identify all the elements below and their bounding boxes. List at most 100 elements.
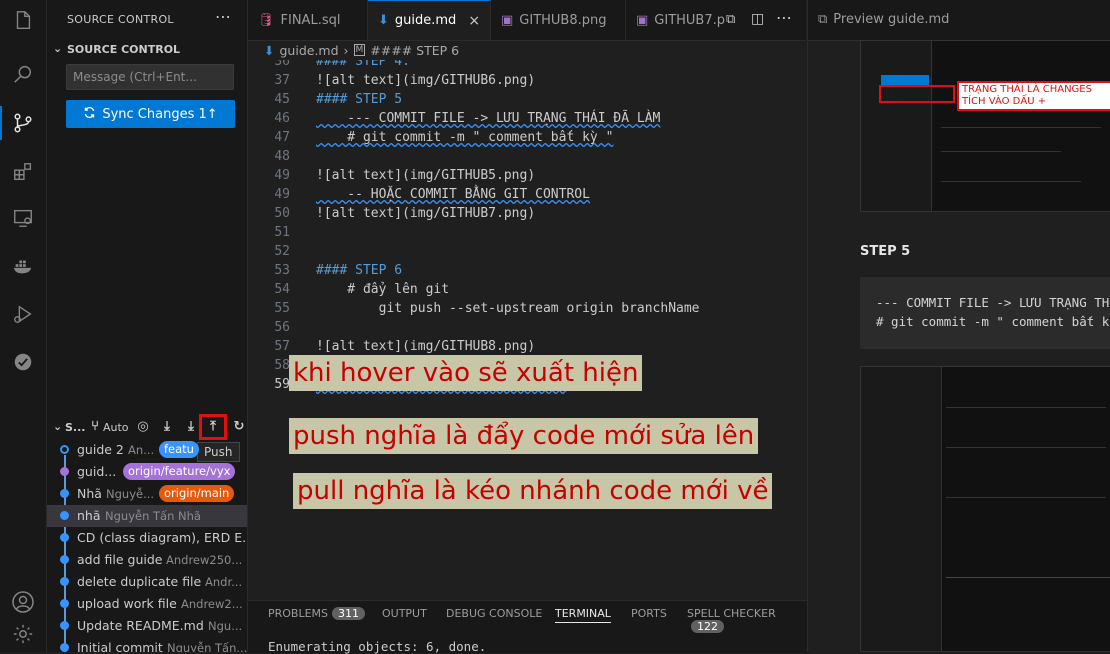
source-control-section-header[interactable]: ⌄ SOURCE CONTROL bbox=[47, 40, 247, 60]
annotation-pull: pull nghĩa là kéo nhánh code mới về bbox=[293, 473, 773, 509]
commit-author: Nguyễn Tấn Nhã bbox=[105, 509, 201, 523]
testing-icon[interactable] bbox=[9, 348, 37, 376]
commit-row[interactable]: guide 2 An... featu bbox=[47, 439, 247, 461]
code-line: --- COMMIT FILE -> LƯU TRẠNG THÁI ĐÃ LÀM bbox=[316, 111, 661, 126]
tab-label: GITHUB8.png bbox=[519, 12, 607, 28]
code-line: ![alt text](img/GITHUB6.png) bbox=[316, 73, 536, 88]
commit-row[interactable]: nhã Nguyễn Tấn Nhã bbox=[47, 505, 247, 527]
commit-node-icon bbox=[60, 555, 69, 564]
annotation-push: push nghĩa là đẩy code mới sửa lên bbox=[289, 418, 759, 454]
commit-node-icon bbox=[60, 445, 69, 454]
code-line: ![alt text](img/GITHUB8.png) bbox=[316, 339, 536, 354]
line-number: 49 bbox=[274, 168, 290, 183]
pull-icon[interactable]: ⤓ bbox=[183, 419, 199, 435]
commit-node-icon bbox=[60, 621, 69, 630]
thumb-divider bbox=[941, 151, 1061, 152]
more-actions-icon[interactable]: ⋯ bbox=[215, 7, 231, 26]
thumb-divider bbox=[946, 577, 1110, 578]
commit-author: Ngu... bbox=[208, 619, 243, 633]
tab-github8-png[interactable]: ▣ GITHUB8.png bbox=[491, 0, 626, 40]
preview-step5-heading: STEP 5 bbox=[860, 244, 911, 259]
commit-message-input[interactable]: Message (Ctrl+Ent... bbox=[66, 64, 234, 90]
branch-icon[interactable]: ⑂ bbox=[87, 419, 103, 435]
commit-row[interactable]: CD (class diagram), ERD E... bbox=[47, 527, 247, 549]
commit-title: upload work file bbox=[77, 596, 177, 611]
code-line: #### STEP 6 bbox=[316, 263, 403, 278]
close-icon[interactable]: × bbox=[468, 13, 480, 29]
thumb-annotation: TRẠNG THÁI LÀ CHANGES TÍCH VÀO DẤU + bbox=[957, 81, 1110, 111]
markdown-preview-pane: ⧉ Preview guide.md TRẠNG THÁI LÀ CHANGES… bbox=[807, 0, 1110, 652]
line-number: 49 bbox=[274, 187, 290, 202]
commit-row[interactable]: delete duplicate file Andr... bbox=[47, 571, 247, 593]
docker-icon[interactable] bbox=[9, 252, 37, 280]
graph-mode-label[interactable]: Auto bbox=[103, 421, 129, 434]
tab-label: FINAL.sql bbox=[280, 12, 341, 28]
source-control-icon[interactable] bbox=[9, 109, 37, 137]
line-number: 36 bbox=[274, 60, 290, 69]
commit-author: Andr... bbox=[205, 575, 243, 589]
settings-gear-icon[interactable] bbox=[9, 620, 37, 648]
tab-final-sql[interactable]: 🛢 FINAL.sql bbox=[248, 0, 368, 40]
commit-row[interactable]: Initial commit Nguyễn Tấn... bbox=[47, 637, 247, 652]
thumb-divider bbox=[941, 127, 1101, 128]
code-line: git push --set-upstream origin branchNam… bbox=[316, 301, 700, 316]
database-icon: 🛢 bbox=[258, 12, 275, 28]
remote-explorer-icon[interactable] bbox=[9, 204, 37, 232]
tab-guide-md[interactable]: ⬇ guide.md × bbox=[368, 0, 491, 40]
open-preview-icon[interactable]: ⧉ bbox=[726, 12, 735, 27]
tab-spell-checker[interactable]: SPELL CHECKER122 bbox=[687, 607, 810, 633]
line-number: 52 bbox=[274, 244, 290, 259]
annotation-hover: khi hover vào sẽ xuất hiện bbox=[289, 355, 643, 391]
branch-badge: featu bbox=[159, 441, 199, 458]
symbol-icon: M bbox=[353, 44, 366, 56]
tab-terminal[interactable]: TERMINAL bbox=[555, 607, 611, 623]
thumb-divider bbox=[941, 181, 1081, 182]
tab-label: Preview guide.md bbox=[833, 12, 950, 27]
line-number: 47 bbox=[274, 130, 290, 145]
image-icon: ▣ bbox=[501, 12, 514, 28]
line-number: 51 bbox=[274, 225, 290, 240]
run-debug-icon[interactable] bbox=[9, 300, 37, 328]
extensions-icon[interactable] bbox=[9, 158, 37, 186]
commit-row[interactable]: upload work file Andrew2... bbox=[47, 593, 247, 615]
active-indicator bbox=[0, 106, 2, 140]
commit-row[interactable]: Nhã Nguyễ... origin/main bbox=[47, 483, 247, 505]
commit-node-icon bbox=[60, 577, 69, 586]
search-icon[interactable] bbox=[9, 60, 37, 88]
thumb-sidebar bbox=[861, 367, 942, 651]
tab-problems[interactable]: PROBLEMS 311 bbox=[268, 607, 366, 620]
branch-badge: origin/feature/vyx bbox=[123, 463, 236, 480]
tab-preview-guide[interactable]: ⧉ Preview guide.md bbox=[818, 12, 949, 27]
commit-title: Initial commit bbox=[77, 640, 163, 652]
breadcrumb-file[interactable]: guide.md bbox=[279, 43, 338, 58]
line-number: 50 bbox=[274, 206, 290, 221]
thumb-sidebar bbox=[861, 41, 932, 211]
line-number: 54 bbox=[274, 282, 290, 297]
split-editor-icon[interactable]: ◫ bbox=[751, 11, 764, 27]
commit-title: guide 2 bbox=[77, 442, 124, 457]
tab-ports[interactable]: PORTS bbox=[631, 607, 667, 620]
tab-github7-png[interactable]: ▣ GITHUB7.p bbox=[626, 0, 738, 40]
commit-title: delete duplicate file bbox=[77, 574, 202, 589]
code-editor[interactable]: 36 #### STEP 4: 37 ![alt text](img/GITHUB6.… bbox=[248, 60, 806, 590]
commit-node-icon bbox=[60, 511, 69, 520]
commit-row[interactable]: guid... origin/feature/vyx bbox=[47, 461, 247, 483]
push-highlight-box bbox=[199, 414, 227, 440]
preview-code-block: --- COMMIT FILE -> LƯU TRẠNG TH # git com… bbox=[860, 277, 1110, 349]
more-actions-icon[interactable]: ⋯ bbox=[776, 8, 792, 27]
account-icon[interactable] bbox=[9, 588, 37, 616]
tab-debug-console[interactable]: DEBUG CONSOLE bbox=[446, 607, 542, 620]
target-icon[interactable]: ◎ bbox=[135, 419, 151, 435]
sync-changes-button[interactable]: Sync Changes 1↑ bbox=[66, 100, 235, 128]
tab-output[interactable]: OUTPUT bbox=[382, 607, 427, 620]
commit-row[interactable]: Update README.md Ngu... bbox=[47, 615, 247, 637]
sync-label: Sync Changes 1↑ bbox=[102, 106, 218, 122]
refresh-icon[interactable]: ↻ bbox=[231, 419, 247, 435]
explorer-icon[interactable] bbox=[9, 6, 37, 34]
editor-tab-bar: 🛢 FINAL.sql ⬇ guide.md × ▣ GITHUB8.png ▣… bbox=[248, 0, 806, 41]
commit-row[interactable]: add file guide Andrew250... bbox=[47, 549, 247, 571]
breadcrumb: ⬇ guide.md › M #### STEP 6 bbox=[248, 40, 806, 60]
fetch-icon[interactable]: ⤓ bbox=[159, 419, 175, 435]
tab-label: GITHUB7.p bbox=[654, 12, 726, 28]
breadcrumb-symbol[interactable]: #### STEP 6 bbox=[370, 43, 459, 58]
